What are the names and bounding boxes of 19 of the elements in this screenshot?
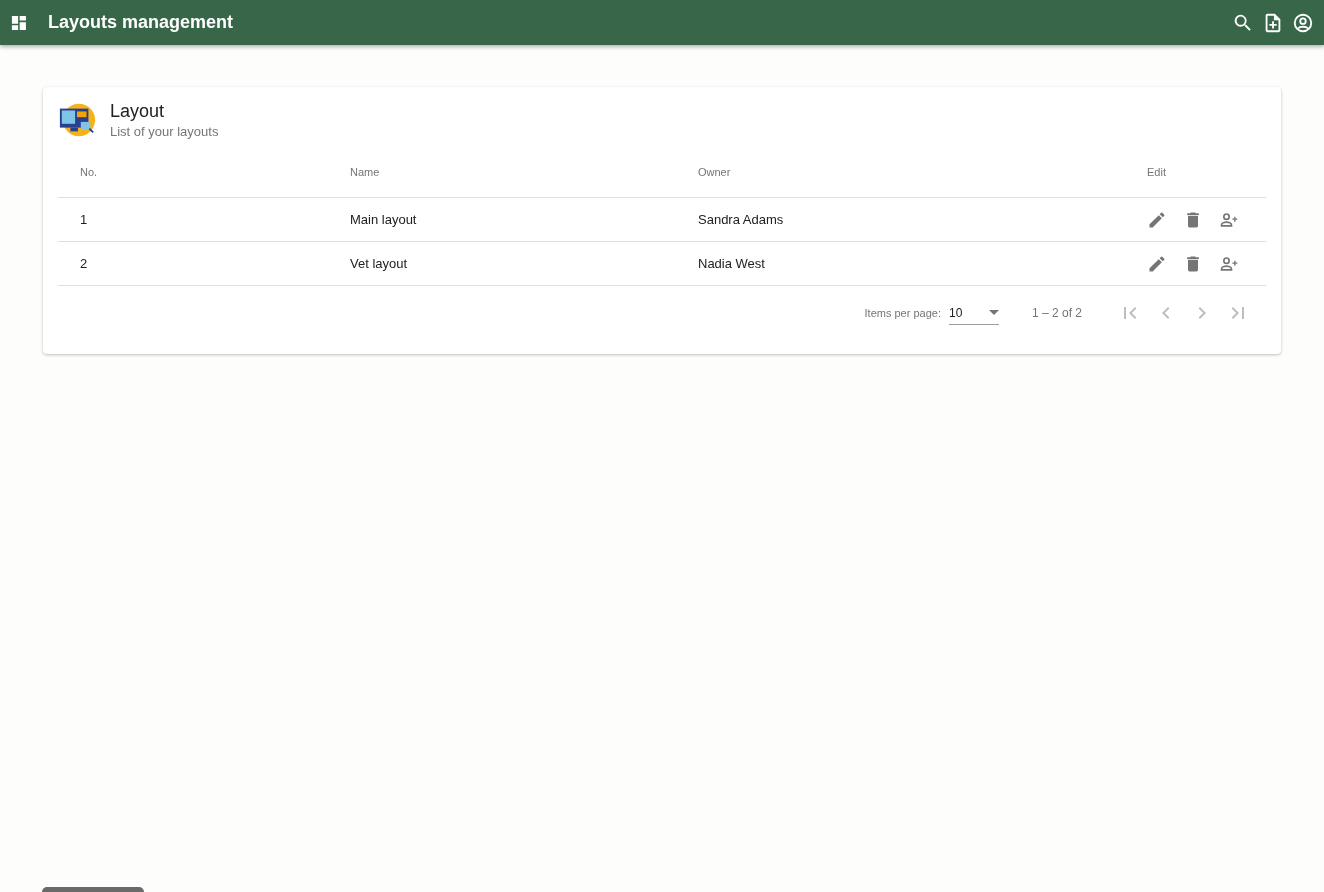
page-range: 1 – 2 of 2 xyxy=(1031,306,1082,320)
table-cell-text: Vet layout xyxy=(350,256,409,271)
page-size-select[interactable]: 10 xyxy=(948,301,999,325)
card-subtitle: List of your layouts xyxy=(110,124,219,139)
table-cell-text: 2 xyxy=(80,256,89,271)
app-title: Layouts management xyxy=(48,12,234,33)
account-icon[interactable] xyxy=(1292,11,1314,34)
column-header: Name xyxy=(350,166,381,178)
caret-icon xyxy=(988,310,999,315)
table-cell-text: Sandra Adams xyxy=(698,212,785,227)
table-cell-text: 1 xyxy=(80,212,89,227)
column-header: No. xyxy=(80,166,99,178)
monitor-drawing xyxy=(58,101,96,139)
column-header: Owner xyxy=(698,166,732,178)
card-title: Layout xyxy=(110,101,166,122)
column-header: Edit xyxy=(1147,166,1167,178)
items-per-page-label: Items per page: xyxy=(864,307,941,319)
table-cell-text: Nadia West xyxy=(698,256,766,271)
table-cell-text: Main layout xyxy=(350,212,418,227)
